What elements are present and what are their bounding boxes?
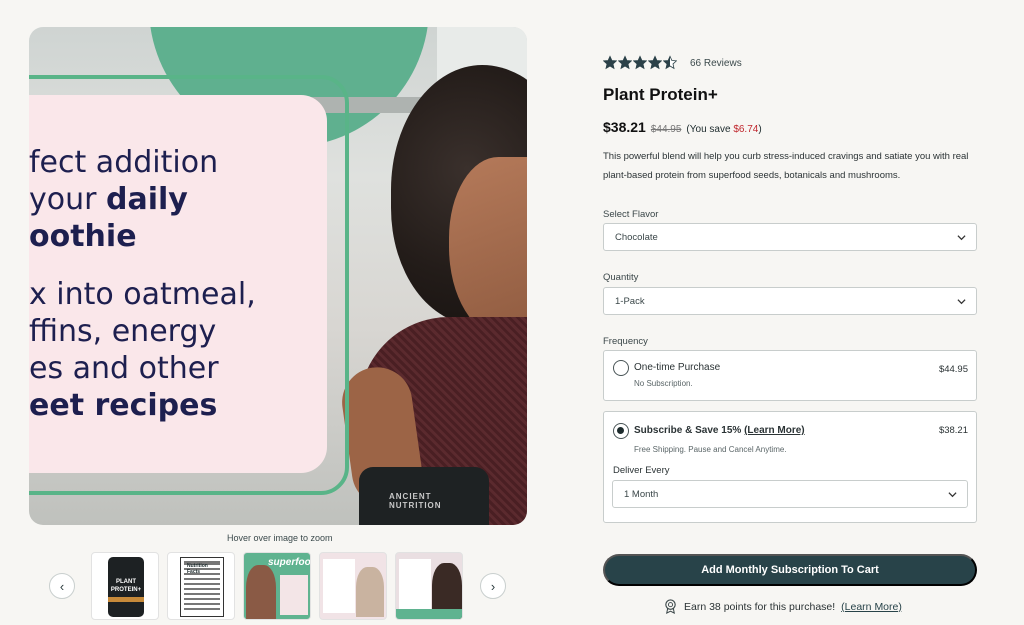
hero-line: x into oatmeal, — [29, 277, 256, 312]
hero-line: oothie — [29, 219, 137, 254]
quantity-label: Quantity — [603, 272, 639, 283]
price-row: $38.21 $44.95 (You save $6.74) — [603, 119, 762, 135]
one-time-price: $44.95 — [938, 364, 968, 375]
reward-points: Earn 38 points for this purchase! (Learn… — [663, 599, 902, 614]
deliver-every-select[interactable]: 1 Month — [612, 480, 968, 508]
star-icon — [663, 55, 677, 70]
deliver-every-label: Deliver Every — [613, 465, 670, 476]
reward-badge-icon — [665, 599, 676, 614]
hero-line: your daily — [29, 182, 188, 217]
quantity-value: 1-Pack — [615, 295, 645, 307]
points-learn-more-link[interactable]: (Learn More) — [841, 601, 902, 613]
hero-line: fect addition — [29, 145, 219, 180]
hero-line-gap — [29, 255, 319, 276]
thumbnail-prev-button[interactable]: ‹ — [49, 573, 75, 599]
product-hero-image[interactable]: ANCIENT NUTRITION fect addition your dai… — [29, 27, 527, 525]
frequency-label: Frequency — [603, 336, 648, 347]
subscribe-title: Subscribe & Save 15% (Learn More) — [634, 425, 805, 436]
product-description: This powerful blend will help you curb s… — [603, 151, 969, 181]
subscribe-radio[interactable] — [613, 423, 629, 439]
star-icon — [618, 55, 632, 70]
hero-line: eet recipes — [29, 388, 218, 423]
current-price: $38.21 — [603, 119, 646, 135]
jar-brand-logo: ANCIENT NUTRITION — [389, 492, 442, 510]
quantity-select[interactable]: 1-Pack — [603, 287, 977, 315]
chevron-right-icon: › — [490, 578, 496, 594]
subscribe-learn-more-link[interactable]: (Learn More) — [744, 425, 805, 436]
original-price: $44.95 — [650, 124, 682, 135]
add-to-cart-button[interactable]: Add Monthly Subscription To Cart — [603, 554, 977, 586]
thumbnail-superfood[interactable]: superfood — [243, 552, 311, 620]
star-icon — [603, 55, 617, 70]
zoom-hint: Hover over image to zoom — [227, 533, 333, 543]
thumbnail-product-tub[interactable]: PLANT PROTEIN+ — [91, 552, 159, 620]
savings-amount: $6.74 — [733, 124, 759, 135]
reviews-link[interactable]: 66 Reviews — [690, 58, 742, 69]
one-time-purchase-option[interactable]: One-time Purchase No Subscription. $44.9… — [603, 350, 977, 401]
chevron-down-icon — [948, 492, 957, 498]
chevron-left-icon: ‹ — [59, 578, 65, 594]
chevron-down-icon — [957, 235, 966, 241]
chevron-down-icon — [957, 299, 966, 305]
hero-text: fect addition your daily oothie x into o… — [29, 144, 319, 424]
thumbnail-lifestyle-yoga[interactable] — [319, 552, 387, 620]
reward-points-text: Earn 38 points for this purchase! — [684, 600, 836, 613]
one-time-radio[interactable] — [613, 360, 629, 376]
one-time-subtitle: No Subscription. — [634, 379, 693, 388]
thumbnail-next-button[interactable]: › — [480, 573, 506, 599]
star-icon — [633, 55, 647, 70]
flavor-label: Select Flavor — [603, 209, 659, 220]
savings-text: (You save $6.74) — [686, 124, 762, 135]
rating-stars[interactable] — [603, 55, 677, 70]
product-title: Plant Protein+ — [603, 85, 718, 104]
flavor-value: Chocolate — [615, 231, 658, 243]
thumbnail-lifestyle-smoothie[interactable] — [395, 552, 463, 620]
star-icon — [648, 55, 662, 70]
hero-line: es and other — [29, 351, 219, 386]
thumbnail-nutrition-facts[interactable]: Nutrition Facts — [167, 552, 235, 620]
subscribe-price: $38.21 — [938, 425, 968, 436]
deliver-every-value: 1 Month — [624, 488, 659, 500]
subscribe-subtitle: Free Shipping. Pause and Cancel Anytime. — [634, 445, 787, 454]
subscribe-save-option[interactable]: Subscribe & Save 15% (Learn More) Free S… — [603, 411, 977, 523]
flavor-select[interactable]: Chocolate — [603, 223, 977, 251]
hero-line: ffins, energy — [29, 314, 217, 349]
one-time-title: One-time Purchase — [634, 362, 721, 373]
